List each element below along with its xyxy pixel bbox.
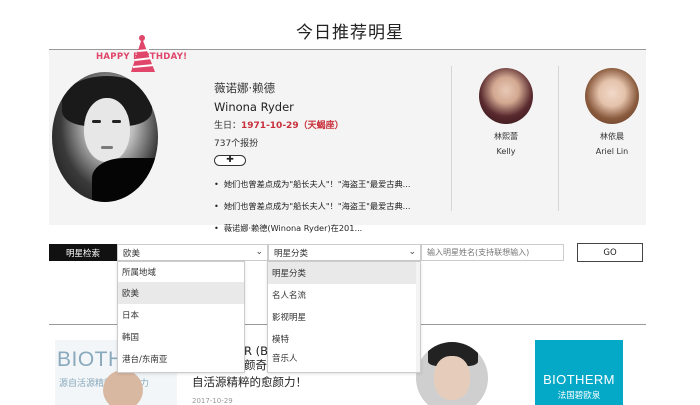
party-hat-icon bbox=[131, 35, 155, 72]
follow-plus-button[interactable]: ✚ bbox=[214, 155, 246, 166]
side-star-en-name: Kelly bbox=[496, 147, 516, 156]
chevron-down-icon: ⌄ bbox=[408, 247, 416, 257]
category-option-selected[interactable]: 明星分类 bbox=[268, 262, 420, 284]
region-select[interactable]: 欧美 ⌄ bbox=[117, 244, 268, 261]
model-photo bbox=[103, 370, 143, 405]
star-search-bar: 明星检索 欧美 ⌄ 明星分类 ⌄ GO bbox=[49, 243, 646, 262]
chevron-down-icon: ⌄ bbox=[255, 247, 263, 257]
article-title-partial-2[interactable]: 颜奇 bbox=[244, 357, 267, 373]
brand-tagline: 法国碧欧泉 bbox=[557, 391, 601, 401]
region-dropdown: 所属地域 欧美 日本 韩国 港台/东南亚 bbox=[117, 261, 245, 373]
region-option[interactable]: 韩国 bbox=[118, 326, 244, 348]
report-count: 737个报扮 bbox=[214, 139, 259, 149]
region-option-selected[interactable]: 欧美 bbox=[118, 282, 244, 304]
article-title[interactable]: 自活源精粹的愈颜力！ bbox=[192, 374, 307, 390]
category-option[interactable]: 名人名流 bbox=[268, 284, 420, 306]
region-select-value: 欧美 bbox=[123, 248, 141, 259]
news-item[interactable]: 薇诺娜·赖德(Winona Ryder)在201... bbox=[214, 222, 410, 234]
category-select[interactable]: 明星分类 ⌄ bbox=[268, 244, 421, 261]
side-star-en-name: Ariel Lin bbox=[595, 147, 629, 156]
featured-star-info: 薇诺娜·赖德 Winona Ryder 生日：1971-10-29（天蝎座） 7… bbox=[214, 80, 410, 244]
region-option[interactable]: 港台/东南亚 bbox=[118, 348, 244, 370]
star-avatar[interactable] bbox=[479, 68, 533, 124]
biotherm-ad-right[interactable]: BIOTHERM 法国碧欧泉 bbox=[535, 340, 623, 405]
page: 今日推荐明星 HAPPY BIRTHDAY! 薇诺娜·赖德 Winona Ryd… bbox=[0, 0, 700, 405]
news-item[interactable]: 她们也曾差点成为"船长夫人"！"海盗王"最爱古典... bbox=[214, 178, 411, 190]
star-birthday: 生日：1971-10-29（天蝎座） bbox=[214, 118, 410, 131]
news-list: 她们也曾差点成为"船长夫人"！"海盗王"最爱古典... 她们也曾差点成为"船长夫… bbox=[214, 178, 411, 234]
star-name-input[interactable] bbox=[421, 244, 564, 261]
birthday-label: 生日： bbox=[214, 121, 242, 131]
news-item[interactable]: 她们也曾差点成为"船长夫人"！"海盗王"最爱古典... bbox=[214, 200, 411, 212]
brand-logo: BIOTHERM bbox=[543, 372, 615, 387]
birthday-date: 1971-10-29 bbox=[241, 121, 299, 131]
featured-star-photo[interactable] bbox=[52, 72, 158, 202]
side-star-kelly[interactable]: 林熙蕾 Kelly bbox=[476, 68, 536, 156]
column-divider bbox=[451, 66, 452, 211]
category-select-value: 明星分类 bbox=[274, 248, 309, 259]
dropdown-scrollbar[interactable] bbox=[416, 262, 420, 372]
article-date: 2017-10-29 bbox=[192, 397, 233, 405]
side-star-cn-name: 林熙蕾 bbox=[494, 132, 518, 141]
category-option[interactable]: 模特 bbox=[268, 328, 420, 350]
page-title: 今日推荐明星 bbox=[296, 23, 404, 43]
star-chinese-name[interactable]: 薇诺娜·赖德 bbox=[214, 80, 410, 96]
column-divider bbox=[558, 66, 559, 211]
side-star-ariel-lin[interactable]: 林依晨 Ariel Lin bbox=[582, 68, 642, 156]
region-option[interactable]: 日本 bbox=[118, 304, 244, 326]
star-avatar[interactable] bbox=[585, 68, 639, 124]
star-english-name[interactable]: Winona Ryder bbox=[214, 100, 410, 114]
side-star-cn-name: 林依晨 bbox=[600, 132, 624, 141]
category-option[interactable]: 影视明星 bbox=[268, 306, 420, 328]
search-label: 明星检索 bbox=[49, 244, 117, 261]
star-avatar-bottom[interactable] bbox=[416, 342, 488, 405]
category-option[interactable]: 音乐人 bbox=[268, 350, 420, 366]
go-button[interactable]: GO bbox=[577, 243, 643, 262]
category-dropdown: 明星分类 名人名流 影视明星 模特 音乐人 bbox=[267, 261, 421, 373]
region-option[interactable]: 所属地域 bbox=[118, 262, 244, 282]
zodiac-sign: （天蝎座） bbox=[298, 121, 344, 131]
